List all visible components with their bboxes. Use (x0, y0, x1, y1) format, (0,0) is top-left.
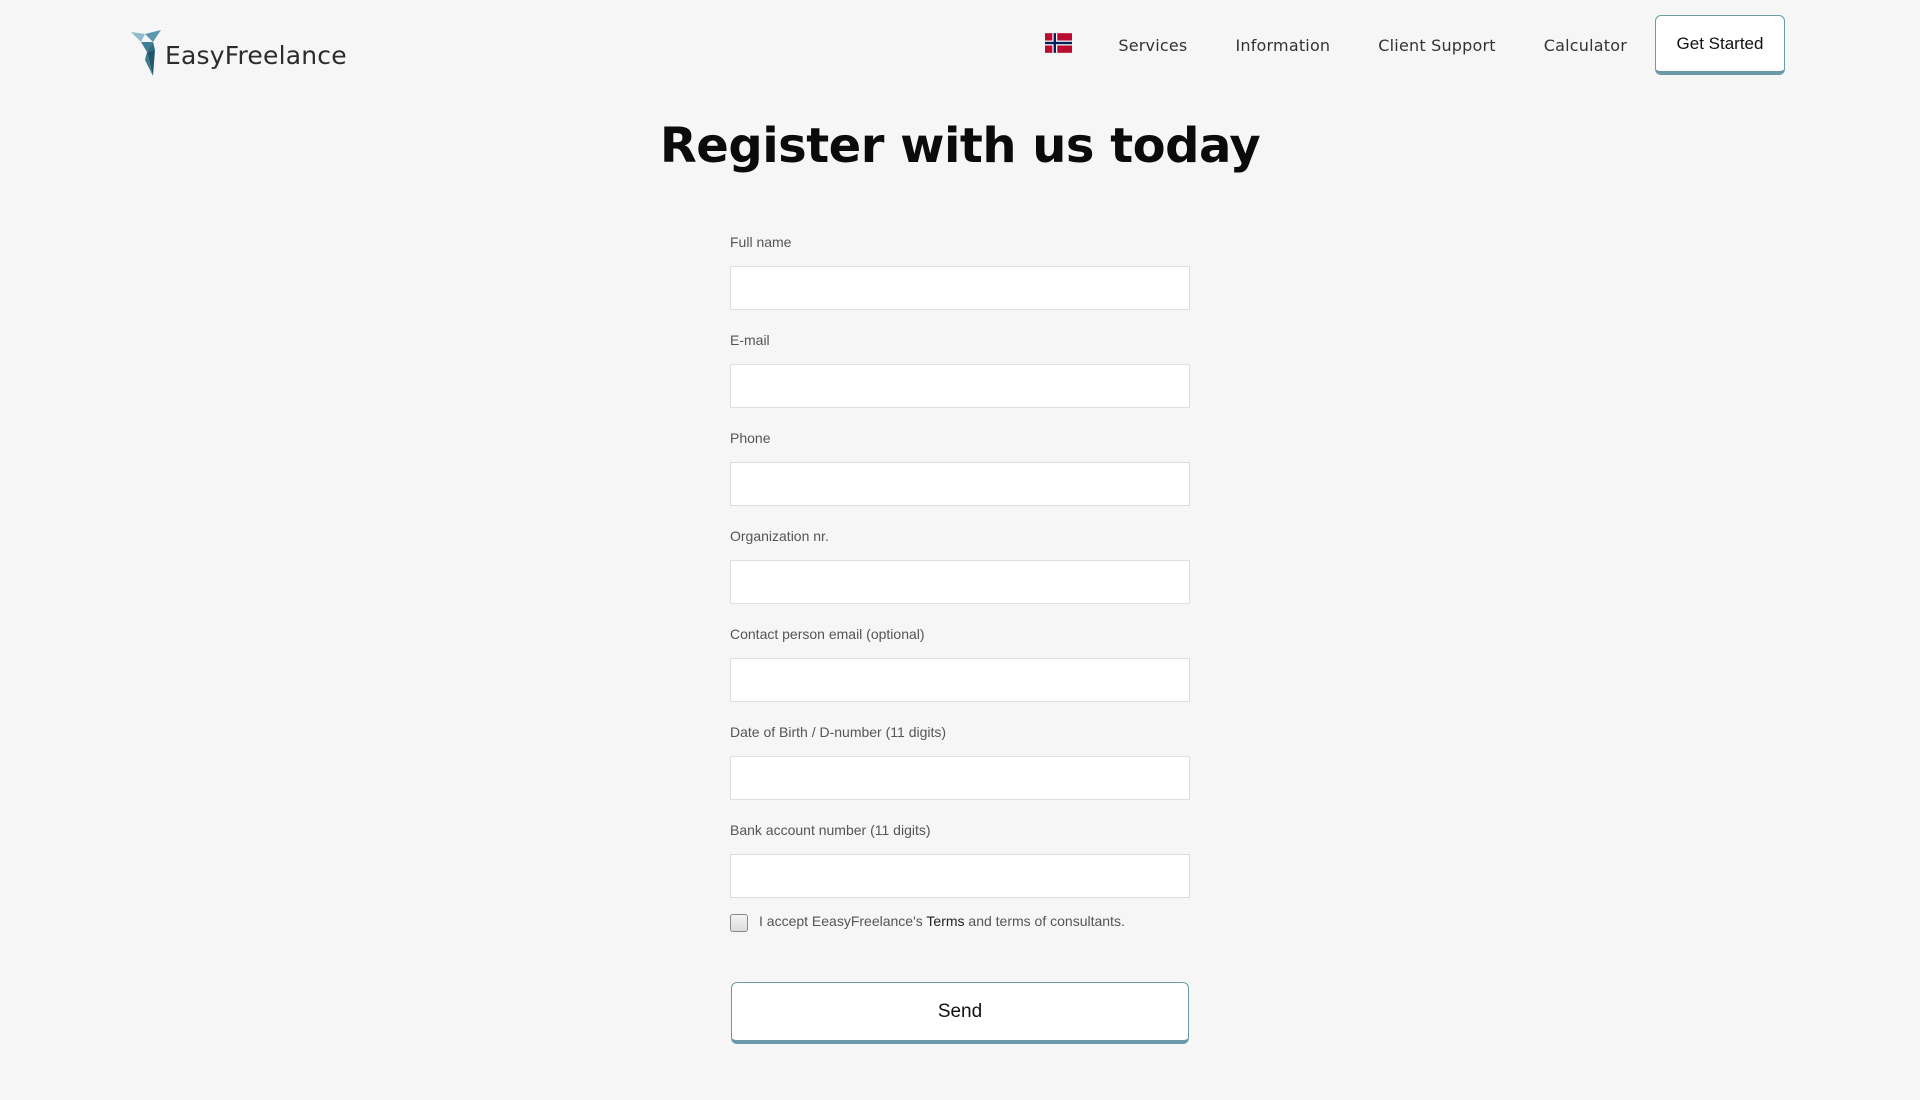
full-name-field: Full name (730, 231, 1190, 328)
full-name-label: Full name (730, 234, 792, 250)
bank-account-input[interactable] (730, 854, 1190, 898)
nav-calculator[interactable]: Calculator (1544, 36, 1627, 55)
bird-logo-icon (131, 30, 161, 76)
nav-information[interactable]: Information (1235, 36, 1330, 55)
registration-form: Full name E-mail Phone Organization nr. … (730, 230, 1190, 916)
get-started-button[interactable]: Get Started (1655, 15, 1785, 75)
terms-link[interactable]: Terms (926, 913, 964, 929)
organization-number-field: Organization nr. (730, 525, 1190, 622)
send-button[interactable]: Send (731, 982, 1189, 1044)
birth-number-input[interactable] (730, 756, 1190, 800)
logo-text: EasyFreelance (165, 40, 347, 70)
terms-checkbox[interactable] (730, 914, 748, 932)
registration-page: EasyFreelance Services Information Clien… (0, 0, 1920, 1100)
birth-number-field: Date of Birth / D-number (11 digits) (730, 721, 1190, 818)
main-nav: Services Information Client Support Calc… (1045, 14, 1785, 76)
contact-email-label: Contact person email (optional) (730, 626, 925, 642)
norway-flag-icon[interactable] (1045, 33, 1073, 53)
nav-services[interactable]: Services (1118, 36, 1187, 55)
organization-number-label: Organization nr. (730, 528, 829, 544)
phone-label: Phone (730, 430, 771, 446)
nav-client-support[interactable]: Client Support (1378, 36, 1495, 55)
birth-number-label: Date of Birth / D-number (11 digits) (730, 724, 947, 740)
email-label: E-mail (730, 332, 770, 348)
logo[interactable]: EasyFreelance (131, 28, 347, 78)
phone-input[interactable] (730, 462, 1190, 506)
site-header: EasyFreelance Services Information Clien… (0, 0, 1920, 100)
full-name-input[interactable] (730, 266, 1190, 310)
bank-account-label: Bank account number (11 digits) (730, 822, 931, 838)
phone-field: Phone (730, 427, 1190, 524)
contact-email-input[interactable] (730, 658, 1190, 702)
page-title: Register with us today (659, 118, 1261, 174)
contact-email-field: Contact person email (optional) (730, 623, 1190, 720)
terms-row: I accept EeasyFreelance's Terms and term… (730, 910, 1125, 932)
email-field: E-mail (730, 329, 1190, 426)
bank-account-field: Bank account number (11 digits) (730, 819, 1190, 916)
organization-number-input[interactable] (730, 560, 1190, 604)
email-input[interactable] (730, 364, 1190, 408)
terms-suffix: and terms of consultants. (964, 913, 1125, 929)
terms-text: I accept EeasyFreelance's Terms and term… (759, 913, 1125, 929)
terms-prefix: I accept EeasyFreelance's (759, 913, 927, 929)
